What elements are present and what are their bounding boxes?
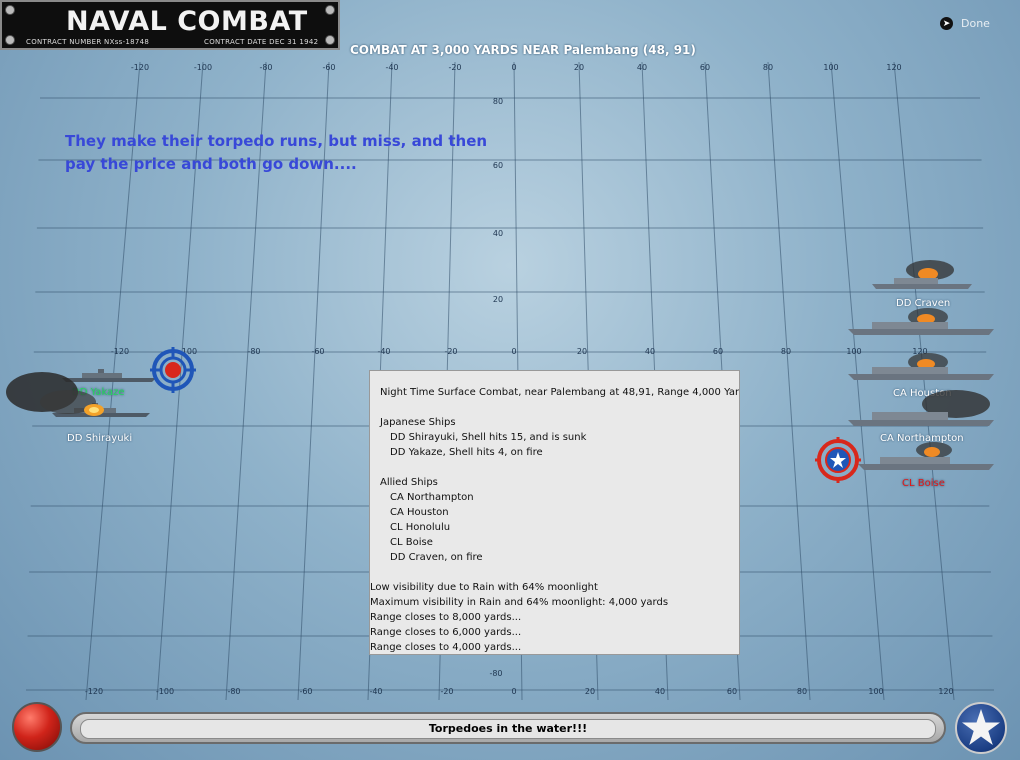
report-line: Range closes to 4,000 yards... xyxy=(370,642,522,653)
japanese-target-reticle-icon[interactable] xyxy=(150,347,196,393)
grid-tick-label: 0 xyxy=(511,63,516,72)
report-line: DD Shirayuki, Shell hits 15, and is sunk xyxy=(390,432,587,443)
grid-tick-label: 20 xyxy=(585,687,595,696)
report-line: DD Craven, on fire xyxy=(390,552,483,563)
grid-tick-label: 100 xyxy=(823,63,838,72)
grid-tick-label: 60 xyxy=(700,63,710,72)
grid-tick-label: 0 xyxy=(511,347,516,356)
ship-cl-boise[interactable] xyxy=(856,440,996,474)
grid-tick-label: 60 xyxy=(727,687,737,696)
grid-tick-label: -80 xyxy=(489,669,502,678)
grid-tick-label: 40 xyxy=(655,687,665,696)
report-line: CA Houston xyxy=(390,507,449,518)
report-line: Range closes to 8,000 yards... xyxy=(370,612,522,623)
grid-tick-label: 120 xyxy=(938,687,953,696)
grid-tick-label: 40 xyxy=(637,63,647,72)
report-line: Night Time Surface Combat, near Palemban… xyxy=(380,387,740,398)
report-line: Japanese Ships xyxy=(380,417,456,428)
report-line: Range closes to 6,000 yards... xyxy=(370,627,522,638)
grid-tick-label: -60 xyxy=(322,63,335,72)
grid-tick-label: -120 xyxy=(85,687,103,696)
us-star-button[interactable] xyxy=(955,702,1007,754)
grid-tick-label: -20 xyxy=(440,687,453,696)
done-button[interactable]: ➤ Done xyxy=(940,17,990,30)
bolt-icon xyxy=(5,5,15,15)
grid-tick-label: 40 xyxy=(645,347,655,356)
us-star-icon xyxy=(962,709,1000,745)
combat-narrative: They make their torpedo runs, but miss, … xyxy=(65,132,488,173)
bolt-icon xyxy=(325,5,335,15)
done-label: Done xyxy=(961,17,990,30)
game-title-plate: NAVAL COMBAT CONTRACT NUMBER NXss-18748 … xyxy=(0,0,340,50)
grid-tick-label: -100 xyxy=(194,63,212,72)
grid-tick-label: 100 xyxy=(868,687,883,696)
report-line: CL Boise xyxy=(390,537,433,548)
grid-tick-label: 120 xyxy=(886,63,901,72)
report-line: DD Yakaze, Shell hits 4, on fire xyxy=(390,447,543,458)
grid-tick-label: 0 xyxy=(511,687,516,696)
grid-tick-label: -60 xyxy=(299,687,312,696)
ship-ca-northampton[interactable] xyxy=(846,390,996,430)
grid-tick-label: -120 xyxy=(111,347,129,356)
ship-cl-honolulu[interactable] xyxy=(846,305,996,339)
grid-tick-label: 80 xyxy=(781,347,791,356)
bolt-icon xyxy=(325,35,335,45)
ship-dd-craven[interactable] xyxy=(868,258,978,294)
grid-tick-label: -20 xyxy=(444,347,457,356)
grid-tick-label: -40 xyxy=(385,63,398,72)
status-bar: Torpedoes in the water!!! xyxy=(70,712,946,744)
grid-tick-label: 80 xyxy=(493,97,503,106)
bolt-icon xyxy=(5,35,15,45)
grid-tick-label: 20 xyxy=(574,63,584,72)
combat-report[interactable]: Night Time Surface Combat, near Palemban… xyxy=(369,370,740,655)
report-line: Low visibility due to Rain with 64% moon… xyxy=(370,582,598,593)
game-title: NAVAL COMBAT xyxy=(66,6,308,37)
grid-tick-label: -80 xyxy=(259,63,272,72)
ship-label-cl-boise: CL Boise xyxy=(902,478,945,489)
smoke-fire-icon xyxy=(6,372,104,416)
contract-number: CONTRACT NUMBER NXss-18748 xyxy=(26,38,150,46)
ship-ca-houston[interactable] xyxy=(846,350,996,384)
grid-tick-label: 40 xyxy=(493,229,503,238)
grid-tick-label: -40 xyxy=(369,687,382,696)
grid-tick-label: -20 xyxy=(448,63,461,72)
report-line: Maximum visibility in Rain and 64% moonl… xyxy=(370,597,669,608)
grid-tick-label: -100 xyxy=(156,687,174,696)
report-line: Allied Ships xyxy=(380,477,438,488)
arrow-circle-icon: ➤ xyxy=(940,17,953,30)
ship-label-dd-shirayuki: DD Shirayuki xyxy=(67,433,133,444)
grid-tick-label: -60 xyxy=(311,347,324,356)
grid-tick-label: 80 xyxy=(763,63,773,72)
grid-tick-label: 20 xyxy=(577,347,587,356)
grid-tick-label: 80 xyxy=(797,687,807,696)
grid-tick-label: -80 xyxy=(247,347,260,356)
allied-target-reticle-icon[interactable] xyxy=(815,437,861,483)
grid-tick-label: -120 xyxy=(131,63,149,72)
red-orb-button[interactable] xyxy=(12,702,62,752)
grid-tick-label: 60 xyxy=(713,347,723,356)
grid-tick-label: -40 xyxy=(377,347,390,356)
contract-date: CONTRACT DATE DEC 31 1942 xyxy=(204,38,319,46)
status-message: Torpedoes in the water!!! xyxy=(80,719,936,739)
report-line: CA Northampton xyxy=(390,492,474,503)
combat-title: COMBAT AT 3,000 YARDS NEAR Palembang (48… xyxy=(350,43,696,57)
report-line: CL Honolulu xyxy=(390,522,451,533)
grid-tick-label: -80 xyxy=(227,687,240,696)
grid-tick-label: 20 xyxy=(493,295,503,304)
